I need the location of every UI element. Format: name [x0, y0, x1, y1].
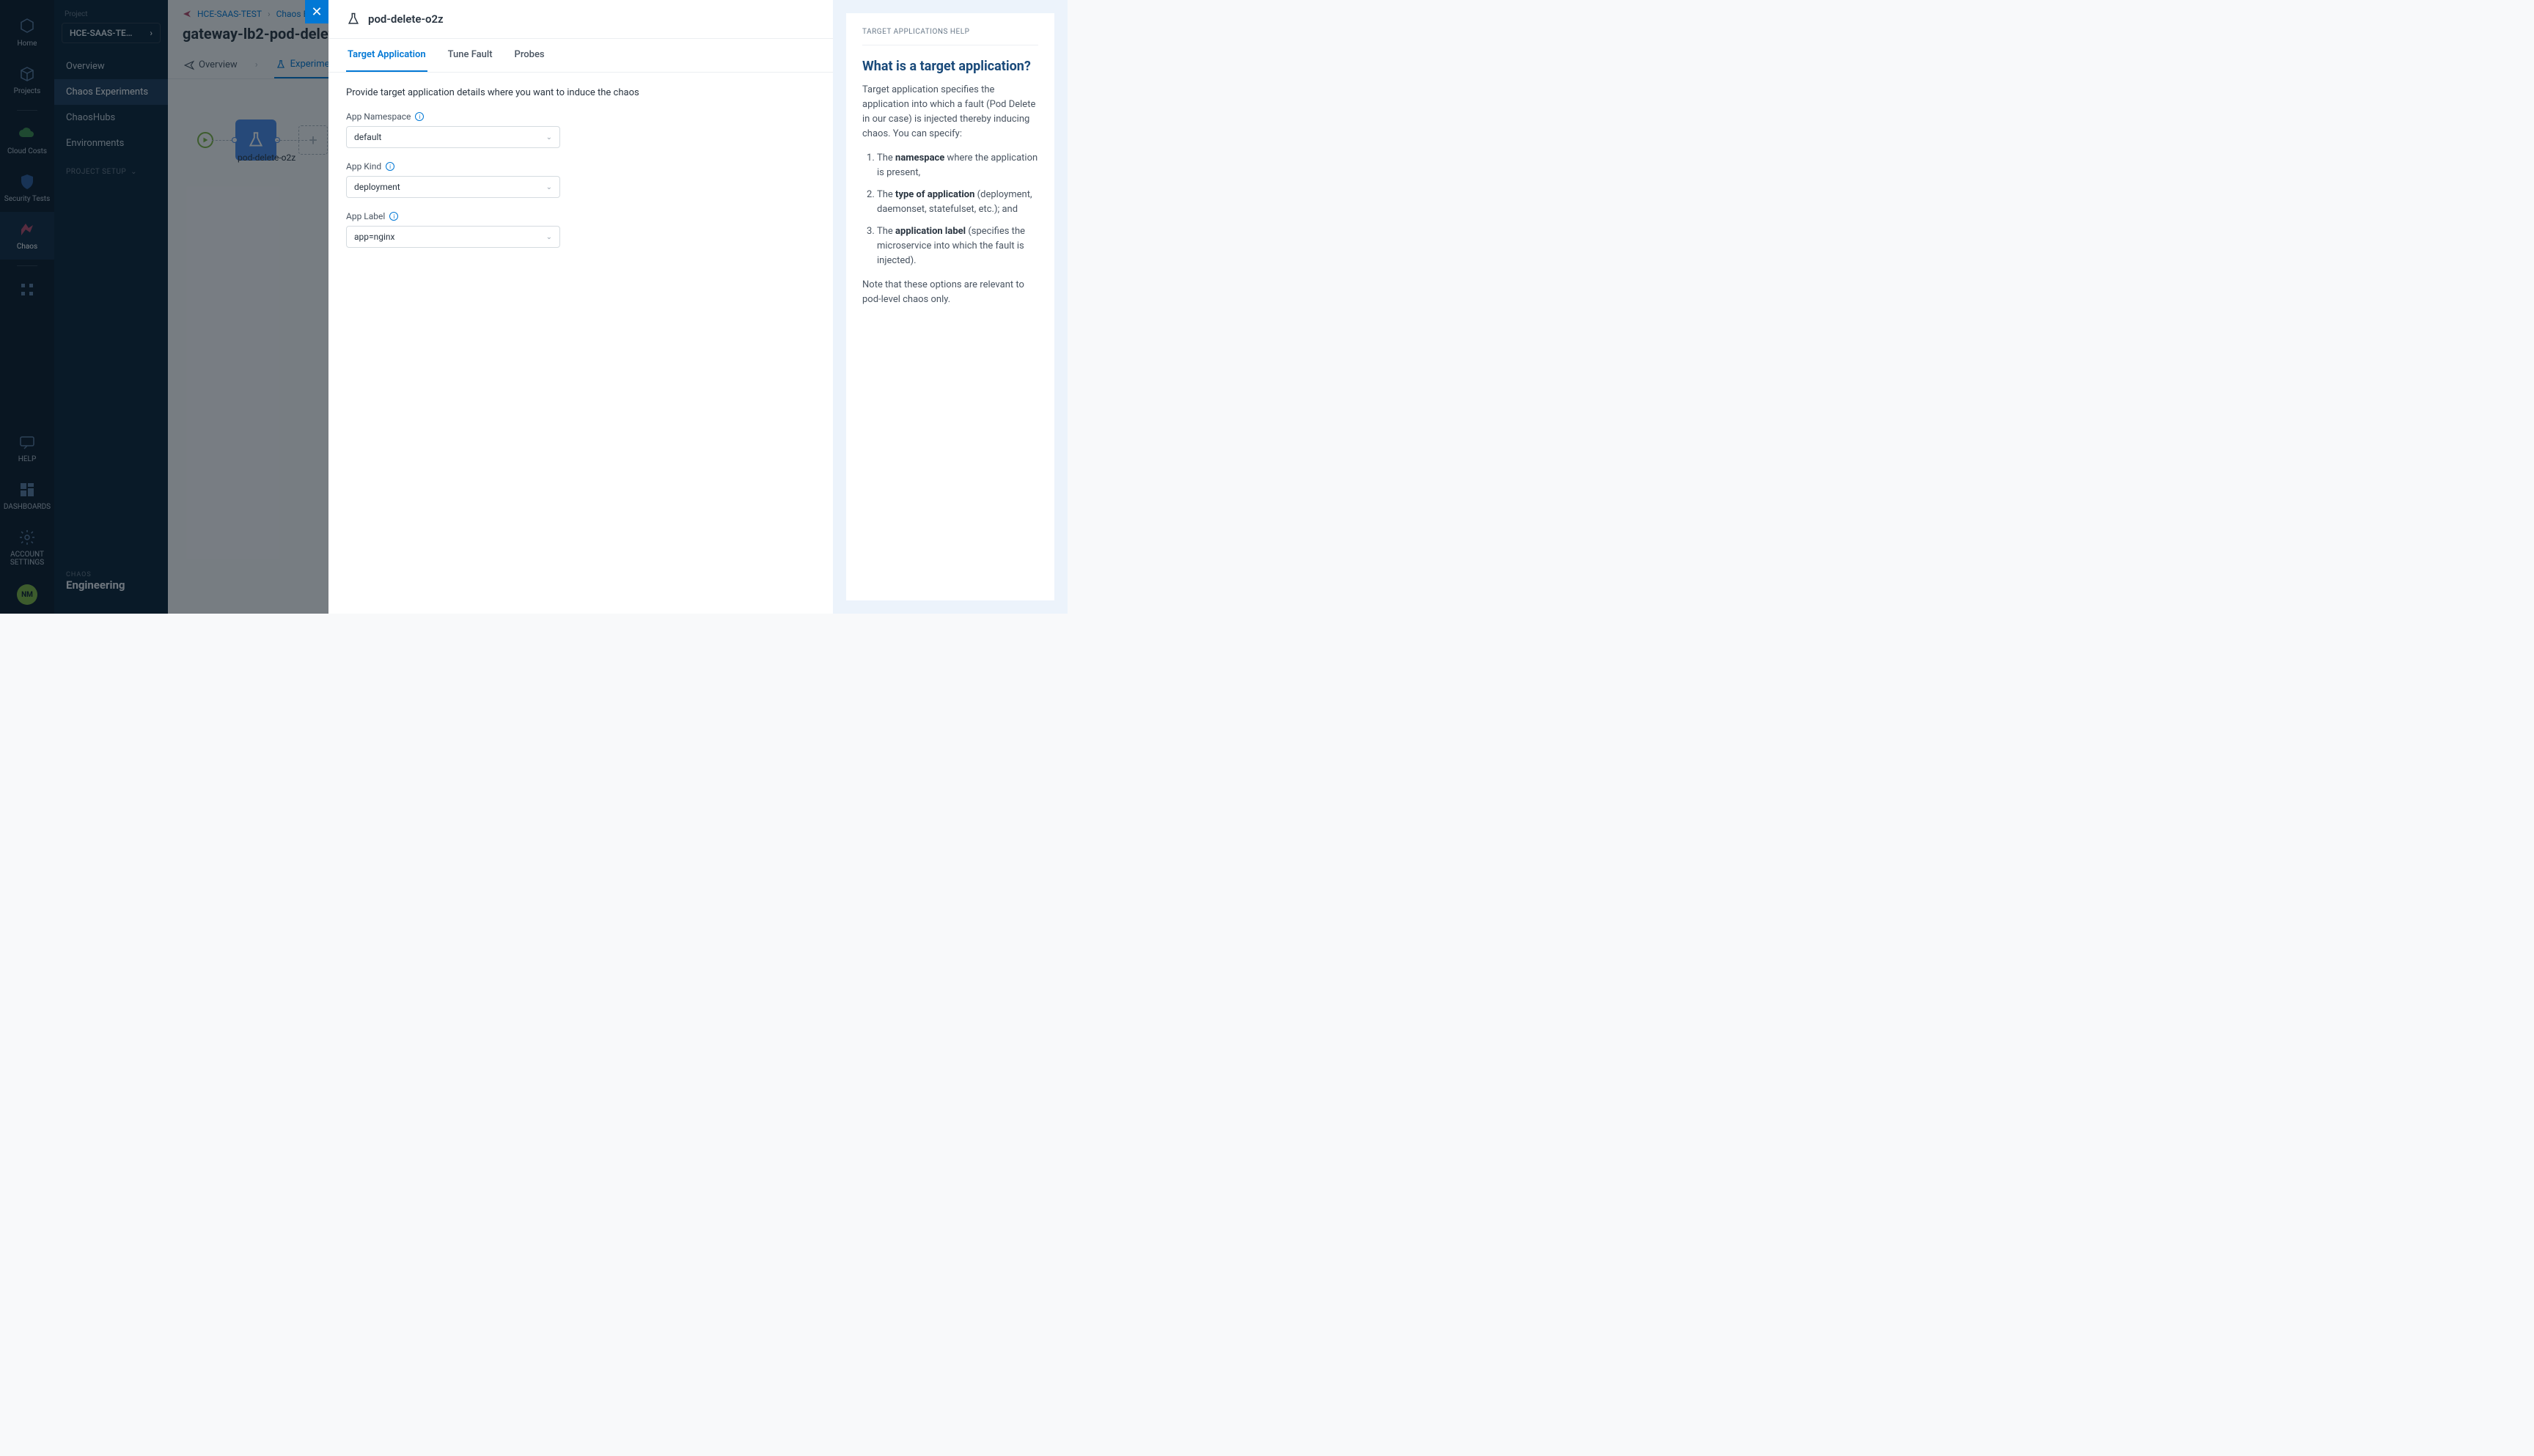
help-panel: TARGET APPLICATIONS HELP What is a targe… [833, 0, 1068, 614]
close-icon: ✕ [311, 4, 322, 20]
field-label-text: App Label [346, 211, 385, 221]
app-label-select[interactable]: app=nginx ⌄ [346, 226, 560, 248]
field-app-namespace: App Namespace i default ⌄ [346, 111, 815, 148]
help-intro: Target application specifies the applica… [862, 83, 1038, 142]
chevron-down-icon: ⌄ [546, 133, 552, 141]
field-label-text: App Kind [346, 161, 381, 172]
flask-icon [346, 12, 361, 26]
info-icon[interactable]: i [386, 162, 394, 171]
field-app-kind: App Kind i deployment ⌄ [346, 161, 815, 198]
panel-description: Provide target application details where… [346, 87, 815, 98]
help-bullet: The application label (specifies the mic… [877, 224, 1038, 268]
help-bullet: The namespace where the application is p… [877, 151, 1038, 180]
help-bullet: The type of application (deployment, dae… [877, 188, 1038, 217]
help-body: Target application specifies the applica… [862, 83, 1038, 307]
panel-tabs: Target Application Tune Fault Probes [328, 38, 833, 73]
tab-target-application[interactable]: Target Application [346, 39, 427, 72]
app-namespace-select[interactable]: default ⌄ [346, 126, 560, 148]
panel-body: Provide target application details where… [328, 73, 833, 276]
info-icon[interactable]: i [415, 112, 424, 121]
fault-config-modal: ✕ pod-delete-o2z Target Application Tune… [328, 0, 1068, 614]
help-note: Note that these options are relevant to … [862, 278, 1038, 307]
config-panel: pod-delete-o2z Target Application Tune F… [328, 0, 833, 614]
app-kind-select[interactable]: deployment ⌄ [346, 176, 560, 198]
help-title: What is a target application? [862, 59, 1038, 74]
select-value: deployment [354, 182, 400, 192]
tab-probes[interactable]: Probes [513, 39, 546, 72]
close-button[interactable]: ✕ [305, 0, 328, 23]
help-eyebrow: TARGET APPLICATIONS HELP [862, 28, 1038, 45]
field-app-label: App Label i app=nginx ⌄ [346, 211, 815, 248]
tab-tune-fault[interactable]: Tune Fault [447, 39, 494, 72]
field-label-text: App Namespace [346, 111, 411, 122]
panel-title: pod-delete-o2z [368, 12, 444, 26]
info-icon[interactable]: i [389, 212, 398, 221]
chevron-down-icon: ⌄ [546, 183, 552, 191]
select-value: app=nginx [354, 232, 394, 242]
panel-header: pod-delete-o2z [328, 0, 833, 38]
help-card: TARGET APPLICATIONS HELP What is a targe… [846, 13, 1054, 600]
chevron-down-icon: ⌄ [546, 233, 552, 241]
select-value: default [354, 132, 381, 142]
